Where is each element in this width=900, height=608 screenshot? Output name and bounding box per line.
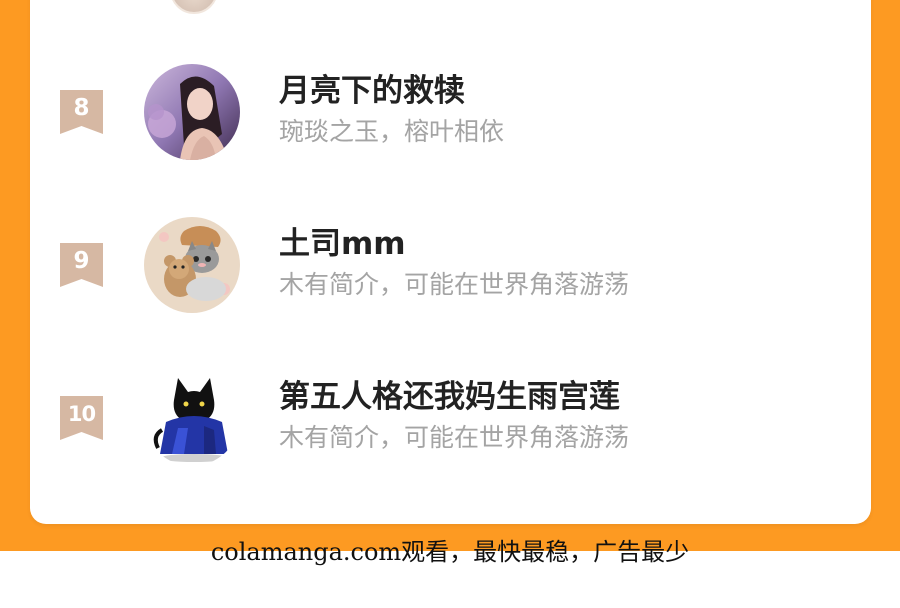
list-item[interactable]: 8 月亮下的救犊 琬琰之玉，榕叶相依 (0, 62, 900, 162)
user-bio: 木有简介，可能在世界角落游荡 (279, 270, 630, 299)
user-bio: 琬琰之玉，榕叶相依 (279, 117, 505, 146)
black-cat-in-blue-scarf-icon (144, 370, 240, 466)
rank-badge: 9 (60, 243, 103, 287)
rank-number: 9 (73, 248, 90, 274)
user-avatar[interactable] (144, 370, 240, 466)
user-avatar[interactable] (144, 217, 240, 313)
user-name[interactable]: 月亮下的救犊 (279, 72, 465, 110)
user-avatar[interactable] (144, 64, 240, 160)
list-item[interactable]: 9 土司mm 木有简介，可能在世界角落游荡 (0, 215, 900, 315)
user-name[interactable]: 土司mm (279, 225, 406, 263)
user-bio: 木有简介，可能在世界角落游荡 (279, 423, 630, 452)
rank-badge: 8 (60, 90, 103, 134)
rank-badge: 10 (60, 396, 103, 440)
cat-with-teddy-bear-icon (144, 217, 240, 313)
rank-number: 10 (67, 402, 96, 426)
girl-portrait-icon (144, 64, 240, 160)
watermark-text: colamanga.com观看，最快最稳，广告最少 (210, 538, 690, 566)
list-item[interactable]: 10 第五人格还我妈生雨宫莲 木有简介，可能在世界角落游荡 (0, 368, 900, 468)
rank-number: 8 (73, 95, 90, 121)
user-name[interactable]: 第五人格还我妈生雨宫莲 (279, 378, 620, 416)
